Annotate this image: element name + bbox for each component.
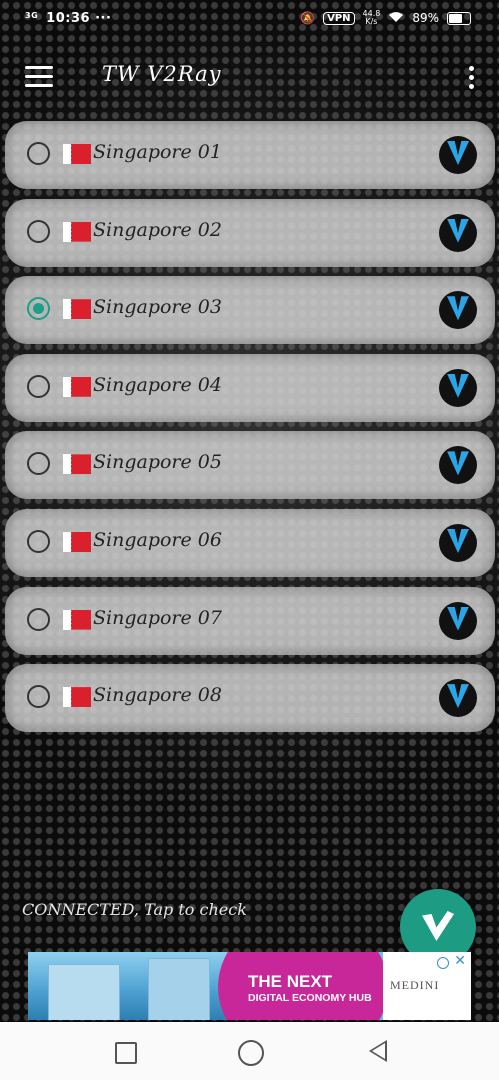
server-row[interactable]: Singapore 06 (5, 508, 495, 577)
network-type: 3G (25, 11, 39, 20)
server-list: Singapore 01 Singapore 02 Singapore 03 Sing… (5, 121, 495, 742)
server-name: Singapore 08 (93, 684, 222, 707)
system-nav-bar (0, 1022, 499, 1080)
bahrain-flag-icon (63, 221, 91, 242)
server-row[interactable]: Singapore 01 (5, 121, 495, 189)
v-logo-icon (439, 213, 477, 252)
server-radio[interactable] (27, 142, 50, 165)
battery-icon (447, 11, 471, 25)
server-radio[interactable] (27, 529, 50, 553)
status-left: 3G 10:36 ··· (25, 11, 111, 26)
server-radio[interactable] (27, 297, 50, 321)
server-row[interactable]: Singapore 03 (5, 276, 495, 345)
ad-subline: DIGITAL ECONOMY HUB (248, 992, 372, 1004)
v-logo-icon (439, 679, 477, 718)
v-logo-icon (422, 911, 454, 941)
server-radio[interactable] (27, 374, 50, 398)
v-logo-icon (439, 601, 477, 640)
bahrain-flag-icon (63, 531, 91, 552)
bahrain-flag-icon (63, 454, 91, 475)
ad-building-image (48, 964, 120, 1020)
server-row[interactable]: Singapore 05 (5, 431, 495, 500)
net-speed: 44.8 K/s (363, 10, 381, 26)
bahrain-flag-icon (63, 687, 91, 708)
notification-dots-icon: ··· (95, 11, 112, 26)
server-name: Singapore 06 (93, 528, 222, 551)
battery-percent: 89% (412, 11, 439, 25)
ad-banner[interactable]: THE NEXT DIGITAL ECONOMY HUB MEDINI ✕ (28, 952, 471, 1020)
home-icon[interactable] (238, 1040, 264, 1066)
server-name: Singapore 07 (93, 606, 222, 629)
status-bar: 3G 10:36 ··· 🔕 VPN 44.8 K/s 89% (0, 0, 499, 38)
ad-headline: THE NEXT (248, 972, 333, 991)
app-title: TW V2Ray (102, 62, 222, 86)
server-row[interactable]: Singapore 08 (5, 664, 495, 733)
bahrain-flag-icon (63, 144, 91, 164)
mute-icon: 🔕 (300, 11, 316, 25)
recents-icon[interactable] (115, 1042, 137, 1064)
bahrain-flag-icon (63, 609, 91, 630)
ad-close-icon[interactable]: ✕ (454, 953, 466, 969)
server-name: Singapore 01 (93, 141, 222, 163)
server-row[interactable]: Singapore 07 (5, 586, 495, 655)
hamburger-icon[interactable] (25, 66, 53, 88)
ad-brand: MEDINI (390, 978, 440, 992)
vpn-badge: VPN (323, 11, 355, 25)
server-radio[interactable] (27, 452, 50, 476)
clock: 10:36 (46, 11, 91, 26)
back-icon[interactable] (369, 1040, 387, 1062)
more-vert-icon[interactable] (469, 66, 475, 90)
server-radio[interactable] (27, 219, 50, 243)
server-name: Singapore 03 (93, 296, 222, 319)
v-logo-icon (439, 368, 477, 407)
ad-building-image (148, 958, 210, 1020)
server-radio[interactable] (27, 607, 50, 631)
server-row[interactable]: Singapore 02 (5, 198, 495, 267)
v-logo-icon (439, 523, 477, 562)
app-bar: TW V2Ray (0, 44, 499, 110)
ad-info-icon[interactable] (437, 957, 449, 969)
server-name: Singapore 02 (93, 218, 222, 241)
server-name: Singapore 04 (93, 373, 222, 396)
v-logo-icon (439, 446, 477, 485)
bahrain-flag-icon (63, 299, 91, 320)
v-logo-icon (439, 136, 477, 174)
server-name: Singapore 05 (93, 451, 222, 474)
v-logo-icon (439, 291, 477, 330)
net-speed-unit: K/s (365, 17, 378, 26)
server-radio[interactable] (27, 685, 50, 709)
bahrain-flag-icon (63, 376, 91, 397)
server-row[interactable]: Singapore 04 (5, 353, 495, 422)
connection-status[interactable]: CONNECTED, Tap to check (22, 900, 247, 919)
wifi-icon (388, 11, 404, 26)
status-right: 🔕 VPN 44.8 K/s 89% (300, 10, 471, 26)
